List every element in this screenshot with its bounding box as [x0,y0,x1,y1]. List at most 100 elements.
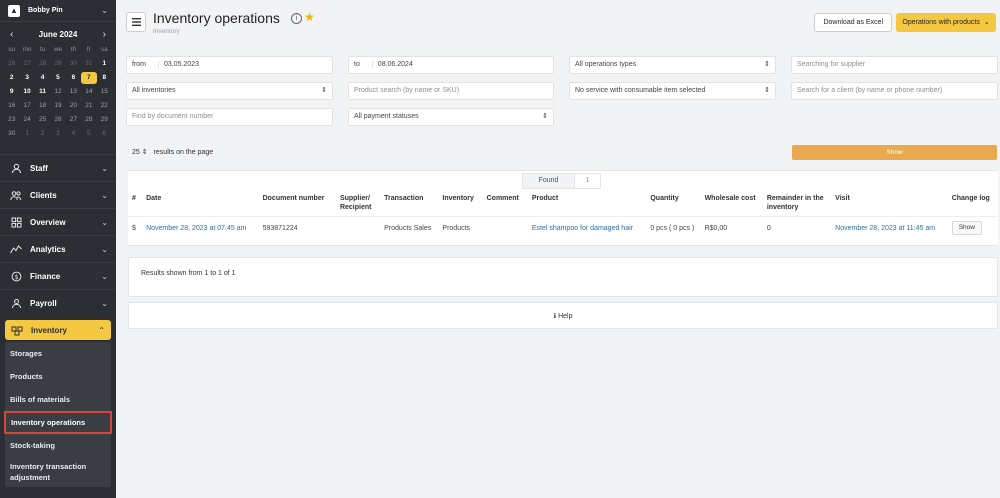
sidebar-item-inventory[interactable]: Inventory ⌃ [5,320,111,340]
submenu-item-bills-of-materials[interactable]: Bills of materials [5,388,111,411]
calendar-day[interactable]: 31 [81,58,96,70]
inventories-value: All inventories [132,87,176,94]
calendar-day[interactable]: 6 [66,72,81,84]
help-link[interactable]: ℹ Help [129,312,997,320]
calendar-day[interactable]: 1 [19,128,34,140]
document-cell: 593871224 [262,224,298,232]
calendar-day[interactable]: 5 [81,128,96,140]
table-body: $ November 28, 2023 at 07:45 am 593871224 P… [128,217,998,240]
calendar-day[interactable]: 8 [97,72,112,84]
info-icon[interactable]: i [291,13,302,24]
calendar-day[interactable]: 4 [66,128,81,140]
calendar-day[interactable]: 5 [50,72,65,84]
calendar-day[interactable]: 3 [50,128,65,140]
calendar-day[interactable]: 26 [50,114,65,126]
calendar-day[interactable]: 28 [35,58,50,70]
calendar-day[interactable]: 2 [4,72,19,84]
service-consumable-select[interactable]: No service with consumable item selected… [569,82,776,100]
column-header: Document number [262,195,325,202]
calendar-day[interactable]: 30 [4,128,19,140]
calendar-day[interactable]: 27 [66,114,81,126]
document-number-input[interactable]: Find by document number [126,108,333,126]
calendar-day[interactable]: 27 [19,58,34,70]
supplier-search-input[interactable]: Searching for supplier [791,56,998,74]
user-switcher[interactable]: ▲ Bobby Pin ⌄ [0,0,116,22]
next-month-icon[interactable]: › [103,29,106,40]
calendar-day[interactable]: 29 [50,58,65,70]
calendar-day[interactable]: 7 [81,72,97,84]
sidebar-item-label: Overview [30,217,66,227]
operations-with-products-button[interactable]: Operations with products ⌄ [896,13,996,32]
calendar-day[interactable]: 23 [4,114,19,126]
column-header: Remainder in the inventory [766,195,824,211]
client-search-input[interactable]: Search for a client (by name or phone nu… [791,82,998,100]
calendar-day[interactable]: 21 [81,100,96,112]
operation-types-select[interactable]: All operations types ⇕ [569,56,776,74]
product-search-input[interactable]: Product search (by name or SKU) [348,82,554,100]
sidebar-item-label: Clients [30,190,57,200]
calendar-day[interactable]: 20 [66,100,81,112]
calendar-day[interactable]: 13 [66,86,81,98]
page-header: Inventory operations i ★ Inventory Downl… [126,8,1000,38]
calendar-weekday: th [70,46,77,53]
hamburger-icon [131,18,141,26]
changelog-show-button[interactable]: Show [951,221,982,235]
calendar-day[interactable]: 15 [97,86,112,98]
calendar-day[interactable]: 11 [35,86,50,98]
sidebar-item-overview[interactable]: Overview ⌄ [0,208,116,235]
submenu-item-inventory-operations[interactable]: Inventory operations [4,411,112,434]
favorite-star-icon[interactable]: ★ [304,10,315,24]
calendar-day[interactable]: 3 [19,72,34,84]
show-results-button[interactable]: Show [792,145,997,160]
calendar-day[interactable]: 29 [97,114,112,126]
per-page-select[interactable]: 25 ⇕ [132,149,148,156]
calendar-day[interactable]: 12 [50,86,65,98]
menu-toggle-button[interactable] [126,12,146,32]
calendar-day[interactable]: 2 [35,128,50,140]
visit-link[interactable]: November 28, 2023 at 11:45 am [835,225,935,232]
download-excel-button[interactable]: Download as Excel [814,13,892,32]
submenu-item-inventory-transaction-adjustment[interactable]: Inventory transaction adjustment [5,457,111,487]
calendar-day[interactable]: 6 [97,128,112,140]
results-summary: Results shown from 1 to 1 of 1 [141,270,236,277]
payment-statuses-select[interactable]: All payment statuses ⇕ [348,108,554,126]
submenu-item-storages[interactable]: Storages [5,342,111,365]
submenu-item-stock-taking[interactable]: Stock-taking [5,434,111,457]
calendar-day[interactable]: 9 [4,86,19,98]
calendar-day[interactable]: 10 [19,86,34,98]
inventories-select[interactable]: All inventories ⇕ [126,82,333,100]
calendar-day[interactable]: 24 [19,114,34,126]
calendar-day[interactable]: 30 [66,58,81,70]
sidebar-item-clients[interactable]: Clients ⌄ [0,181,116,208]
calendar-day[interactable]: 16 [4,100,19,112]
prev-month-icon[interactable]: ‹ [10,29,13,40]
date-to-label: to [354,61,360,68]
sidebar-item-staff[interactable]: Staff ⌄ [0,154,116,181]
column-header: Transaction [384,195,424,202]
select-arrows-icon: ⇕ [321,87,327,94]
chevron-down-icon: ⌄ [101,244,108,254]
calendar-day[interactable]: 17 [19,100,34,112]
chevron-down-icon[interactable]: ⌄ [101,6,108,15]
sidebar-item-analytics[interactable]: Analytics ⌄ [0,235,116,262]
sidebar-item-payroll[interactable]: Payroll ⌄ [0,289,116,316]
breadcrumb[interactable]: Inventory [153,28,180,35]
submenu-item-products[interactable]: Products [5,365,111,388]
calendar-day[interactable]: 4 [35,72,50,84]
calendar-day[interactable]: 14 [81,86,96,98]
column-header: Comment [486,195,519,202]
date-to-field[interactable]: to 08.06.2024 [348,56,554,74]
calendar-day[interactable]: 1 [97,58,112,70]
date-link[interactable]: November 28, 2023 at 07:45 am [146,225,246,232]
product-link[interactable]: Estel shampoo for damaged hair [532,225,633,232]
calendar-day[interactable]: 25 [35,114,50,126]
calendar-day[interactable]: 18 [35,100,50,112]
sidebar-item-finance[interactable]: $ Finance ⌄ [0,262,116,289]
date-from-field[interactable]: from 03.05.2023 [126,56,333,74]
calendar-day[interactable]: 19 [50,100,65,112]
calendar-day[interactable]: 22 [97,100,112,112]
operations-button-label: Operations with products [902,19,980,26]
calendar-day[interactable]: 28 [81,114,96,126]
calendar-day[interactable]: 26 [4,58,19,70]
calendar-weekday: sa [100,46,108,53]
